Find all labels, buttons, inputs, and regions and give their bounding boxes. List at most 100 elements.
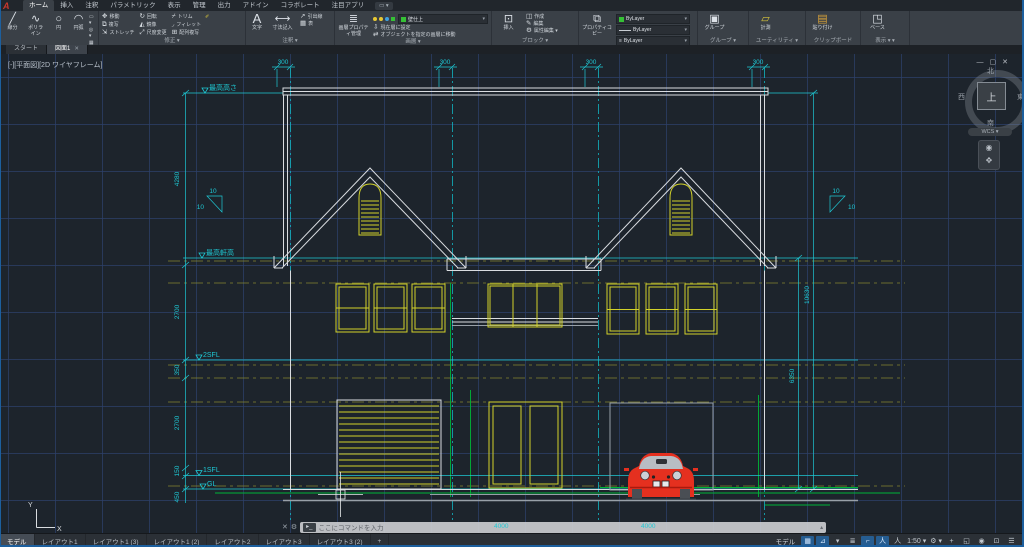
tab-home[interactable]: ホーム (23, 0, 54, 11)
drawing-window-buttons[interactable]: —▢✕ (977, 58, 1015, 66)
compass-south[interactable]: 南 (987, 118, 994, 128)
dimension-icon: ⟷ (275, 12, 291, 26)
table-icon: ▦ (300, 21, 306, 27)
viewcube[interactable]: 上 北 南 西 東 (962, 68, 1020, 126)
svg-text:300: 300 (586, 59, 597, 66)
copy-button[interactable]: ⧉複写 (102, 22, 134, 28)
svg-text:2700: 2700 (174, 304, 181, 319)
crosshair-cursor[interactable] (318, 472, 363, 517)
mirror-button[interactable]: ◭鏡像 (139, 22, 166, 28)
center-window (488, 284, 562, 327)
autocad-logo-icon[interactable]: A (3, 1, 23, 11)
chevron-down-icon: ▾ (482, 16, 485, 22)
restore-icon[interactable]: ▢ (990, 59, 1003, 66)
compass-west[interactable]: 西 (958, 92, 965, 102)
svg-text:10: 10 (848, 204, 856, 211)
text-button[interactable]: A文字 (249, 12, 265, 32)
color-dropdown[interactable]: ByLayer▾ (616, 14, 690, 24)
rectangle-tool-icon[interactable]: ▭ ▾ (89, 14, 95, 26)
viewport-controls[interactable]: [-][平面図][2D ワイヤフレーム] (8, 60, 102, 70)
panel-label-annotation[interactable]: 注釈 ▾ (249, 37, 331, 45)
dimension-text: 300 300 300 300 4280 2700 350 2700 150 4… (174, 59, 856, 502)
table-button[interactable]: ▦表 (300, 21, 322, 27)
ucs-dropdown[interactable]: WCS ▾ (968, 128, 1012, 136)
layer-thaw-icon[interactable] (379, 17, 383, 21)
fillet-icon: ◞ (172, 22, 175, 28)
edit-attributes-button[interactable]: ⚙属性編集 ▾ (526, 28, 558, 34)
tab-insert[interactable]: 挿入 (54, 0, 79, 11)
dimension-button[interactable]: ⟷寸法記入 (269, 12, 296, 32)
close-window-icon[interactable]: ✕ (1002, 59, 1014, 66)
pan-icon[interactable]: ✥ (986, 156, 993, 165)
make-current-button[interactable]: ⇩現在層に設定 (373, 25, 488, 31)
command-prompt-icon[interactable]: ▸_ (303, 523, 315, 532)
tab-collaborate[interactable]: コラボレート (275, 0, 326, 11)
line-button[interactable]: ╱線分 (3, 12, 22, 32)
svg-text:300: 300 (278, 59, 289, 66)
tab-view[interactable]: 表示 (162, 0, 187, 11)
full-nav-wheel-icon[interactable]: ◉ (986, 143, 993, 152)
close-icon[interactable]: ✕ (74, 46, 79, 52)
panel-clipboard: ▤貼り付け クリップボード (806, 11, 861, 45)
layer-state-icons[interactable] (373, 16, 395, 22)
windows-and-doors (336, 184, 717, 488)
command-input[interactable]: ▸_ ここにコマンドを入力 ▴ (300, 522, 826, 533)
ellipse-tool-icon[interactable]: ◎ ▾ (89, 27, 95, 39)
panel-annotation: A文字 ⟷寸法記入 ↗引出線 ▦表 注釈 ▾ (246, 11, 335, 45)
group-button[interactable]: ▣グループ (701, 12, 728, 32)
lineweight-icon: ≡ (619, 38, 622, 44)
panel-modify: ✥移動 ↻回転 ⌿トリム ⧉複写 ◭鏡像 ◞フィレット ⇲ストレッチ ⤢尺度変更… (99, 11, 246, 45)
navigation-bar[interactable]: ◉✥ (978, 140, 1000, 170)
polyline-button[interactable]: ∿ポリライン (26, 12, 45, 37)
compass-north[interactable]: 北 (987, 66, 994, 76)
panel-label-modify[interactable]: 修正 ▾ (102, 37, 242, 45)
tab-parametric[interactable]: パラメトリック (104, 0, 161, 11)
arc-button[interactable]: ◠円弧 (72, 12, 85, 32)
match-properties-button[interactable]: ⧉プロパティコピー (582, 12, 612, 37)
circle-button[interactable]: ○円 (49, 12, 68, 32)
svg-text:10: 10 (197, 204, 205, 211)
panel-layers: ≣画層プロパティ管理 壁仕上▾ ⇩現在層に設定 ⇄オブジェクトを指定の画層に移動… (335, 11, 492, 45)
car-wheel-left (632, 489, 642, 499)
fillet-button[interactable]: ◞フィレット (172, 22, 201, 28)
base-button[interactable]: ◳ベース (864, 12, 891, 32)
panel-label-groups[interactable]: グループ ▾ (701, 37, 745, 45)
paste-icon: ▤ (817, 12, 827, 26)
layer-on-icon[interactable] (373, 17, 377, 21)
start-tab[interactable]: スタート (6, 45, 47, 54)
arc-icon: ◠ (74, 12, 84, 26)
ribbon-options-icon[interactable]: ▭ ▾ (375, 2, 393, 10)
viewcube-top-face[interactable]: 上 (977, 82, 1006, 110)
layer-lock-icon[interactable] (385, 17, 389, 21)
stretch-button[interactable]: ⇲ストレッチ (102, 30, 134, 36)
insert-block-button[interactable]: ⊡挿入 (495, 12, 522, 32)
tab-output[interactable]: 出力 (212, 0, 237, 11)
close-command-icon[interactable]: ✕ (282, 523, 288, 531)
tab-addins[interactable]: アドイン (237, 0, 275, 11)
measure-button[interactable]: ▱計測 (752, 12, 779, 32)
array-button[interactable]: ⊞配列複写 (172, 30, 201, 36)
linetype-dropdown[interactable]: ByLayer▾ (616, 25, 690, 35)
panel-label-utilities[interactable]: ユーティリティ ▾ (752, 37, 802, 45)
tab-manage[interactable]: 管理 (187, 0, 212, 11)
trim-button[interactable]: ⌿トリム (172, 14, 201, 20)
car (624, 453, 698, 499)
panel-label-block[interactable]: ブロック ▾ (495, 37, 575, 45)
move-button[interactable]: ✥移動 (102, 14, 134, 20)
rotate-button[interactable]: ↻回転 (139, 14, 166, 20)
layer-properties-button[interactable]: ≣画層プロパティ管理 (338, 12, 369, 37)
minimize-icon[interactable]: — (977, 59, 990, 66)
drawing-tab[interactable]: 図面1✕ (47, 45, 88, 54)
tab-annotate[interactable]: 注釈 (79, 0, 104, 11)
panel-label-view[interactable]: 表示 ▾ ▾ (864, 37, 906, 45)
panel-label-clipboard[interactable]: クリップボード (809, 37, 857, 45)
svg-text:6350: 6350 (789, 368, 796, 383)
erase-icon[interactable]: ✐ (205, 14, 209, 20)
move-icon: ✥ (102, 14, 107, 20)
paste-button[interactable]: ▤貼り付け (809, 12, 836, 32)
layer-dropdown[interactable]: 壁仕上▾ (398, 14, 488, 24)
scale-button[interactable]: ⤢尺度変更 (139, 30, 166, 36)
customize-wrench-icon[interactable]: ⚙ (291, 523, 297, 531)
expand-command-icon[interactable]: ▴ (820, 524, 823, 531)
tab-featured-apps[interactable]: 注目アプリ (326, 0, 371, 11)
